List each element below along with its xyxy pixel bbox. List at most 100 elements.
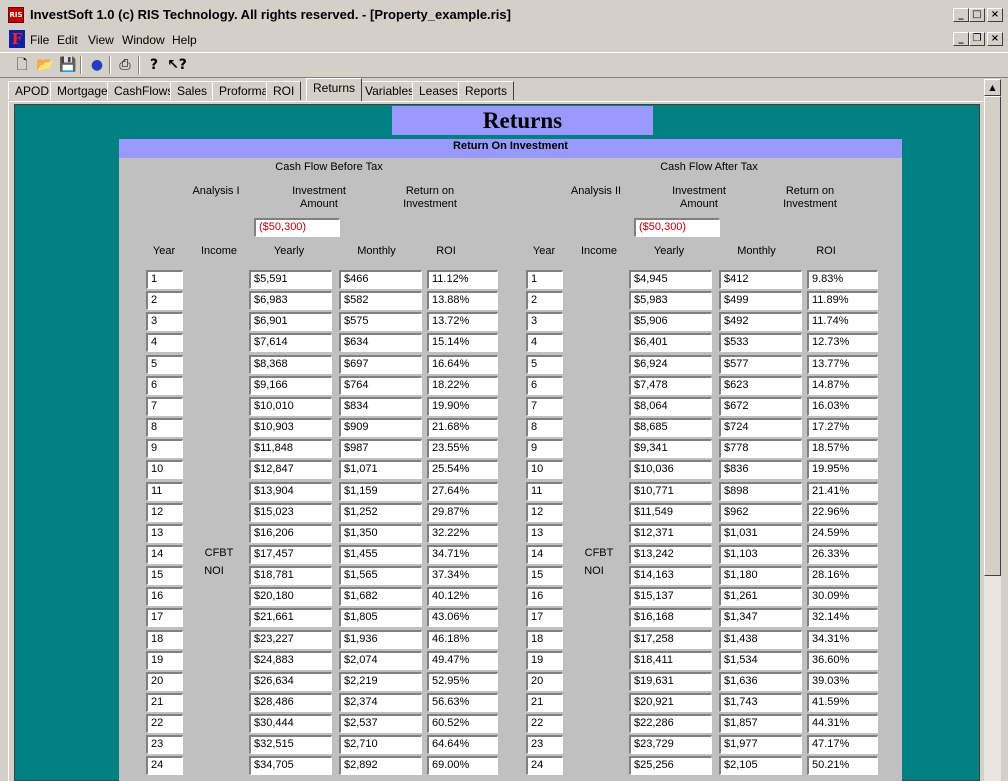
year-field[interactable]: 11 [526, 482, 563, 501]
year-field[interactable]: 2 [526, 291, 563, 310]
monthly-field[interactable]: $466 [339, 270, 422, 289]
help-icon[interactable]: ? [144, 55, 164, 75]
monthly-field[interactable]: $634 [339, 333, 422, 352]
monthly-field[interactable]: $577 [719, 355, 802, 374]
roi-field[interactable]: 16.64% [427, 355, 498, 374]
roi-field[interactable]: 22.96% [807, 503, 878, 522]
year-field[interactable]: 24 [146, 756, 183, 775]
yearly-field[interactable]: $15,023 [249, 503, 332, 522]
roi-field[interactable]: 9.83% [807, 270, 878, 289]
year-field[interactable]: 5 [146, 355, 183, 374]
app-logo-icon[interactable]: RIS [8, 7, 24, 23]
monthly-field[interactable]: $962 [719, 503, 802, 522]
print-icon[interactable]: ⎙ [115, 55, 135, 75]
roi-field[interactable]: 21.68% [427, 418, 498, 437]
roi-field[interactable]: 41.59% [807, 693, 878, 712]
yearly-field[interactable]: $22,286 [629, 714, 712, 733]
yearly-field[interactable]: $11,549 [629, 503, 712, 522]
roi-field[interactable]: 37.34% [427, 566, 498, 585]
yearly-field[interactable]: $15,137 [629, 587, 712, 606]
monthly-field[interactable]: $1,261 [719, 587, 802, 606]
menu-view[interactable]: View [88, 33, 114, 47]
year-field[interactable]: 11 [146, 482, 183, 501]
monthly-field[interactable]: $834 [339, 397, 422, 416]
roi-field[interactable]: 32.22% [427, 524, 498, 543]
roi-field[interactable]: 36.60% [807, 651, 878, 670]
year-field[interactable]: 14 [526, 545, 563, 564]
yearly-field[interactable]: $10,771 [629, 482, 712, 501]
roi-field[interactable]: 25.54% [427, 460, 498, 479]
monthly-field[interactable]: $1,682 [339, 587, 422, 606]
year-field[interactable]: 19 [146, 651, 183, 670]
monthly-field[interactable]: $778 [719, 439, 802, 458]
yearly-field[interactable]: $8,368 [249, 355, 332, 374]
roi-field[interactable]: 11.12% [427, 270, 498, 289]
year-field[interactable]: 23 [526, 735, 563, 754]
roi-field[interactable]: 69.00% [427, 756, 498, 775]
yearly-field[interactable]: $25,256 [629, 756, 712, 775]
monthly-field[interactable]: $987 [339, 439, 422, 458]
yearly-field[interactable]: $6,983 [249, 291, 332, 310]
menu-file[interactable]: File [30, 33, 49, 47]
year-field[interactable]: 4 [146, 333, 183, 352]
monthly-field[interactable]: $623 [719, 376, 802, 395]
year-field[interactable]: 15 [146, 566, 183, 585]
monthly-field[interactable]: $1,565 [339, 566, 422, 585]
year-field[interactable]: 8 [146, 418, 183, 437]
year-field[interactable]: 19 [526, 651, 563, 670]
menu-help[interactable]: Help [172, 33, 197, 47]
roi-field[interactable]: 13.72% [427, 312, 498, 331]
tab-reports[interactable]: Reports [458, 81, 515, 100]
roi-field[interactable]: 60.52% [427, 714, 498, 733]
yearly-field[interactable]: $30,444 [249, 714, 332, 733]
yearly-field[interactable]: $18,781 [249, 566, 332, 585]
roi-field[interactable]: 64.64% [427, 735, 498, 754]
year-field[interactable]: 22 [526, 714, 563, 733]
vertical-scrollbar[interactable]: ▲ [984, 79, 1001, 781]
yearly-field[interactable]: $8,685 [629, 418, 712, 437]
roi-field[interactable]: 47.17% [807, 735, 878, 754]
year-field[interactable]: 3 [146, 312, 183, 331]
year-field[interactable]: 21 [526, 693, 563, 712]
roi-field[interactable]: 34.71% [427, 545, 498, 564]
roi-field[interactable]: 39.03% [807, 672, 878, 691]
roi-field[interactable]: 28.16% [807, 566, 878, 585]
roi-field[interactable]: 15.14% [427, 333, 498, 352]
monthly-field[interactable]: $1,936 [339, 630, 422, 649]
roi-field[interactable]: 16.03% [807, 397, 878, 416]
roi-field[interactable]: 13.88% [427, 291, 498, 310]
year-field[interactable]: 4 [526, 333, 563, 352]
roi-field[interactable]: 11.89% [807, 291, 878, 310]
year-field[interactable]: 13 [146, 524, 183, 543]
yearly-field[interactable]: $7,614 [249, 333, 332, 352]
year-field[interactable]: 1 [146, 270, 183, 289]
yearly-field[interactable]: $17,258 [629, 630, 712, 649]
roi-field[interactable]: 46.18% [427, 630, 498, 649]
roi-field[interactable]: 32.14% [807, 608, 878, 627]
monthly-field[interactable]: $1,455 [339, 545, 422, 564]
monthly-field[interactable]: $499 [719, 291, 802, 310]
roi-field[interactable]: 49.47% [427, 651, 498, 670]
yearly-field[interactable]: $20,921 [629, 693, 712, 712]
monthly-field[interactable]: $1,347 [719, 608, 802, 627]
monthly-field[interactable]: $1,636 [719, 672, 802, 691]
monthly-field[interactable]: $898 [719, 482, 802, 501]
chart-icon[interactable]: ● [87, 55, 107, 75]
yearly-field[interactable]: $19,631 [629, 672, 712, 691]
monthly-field[interactable]: $533 [719, 333, 802, 352]
yearly-field[interactable]: $24,883 [249, 651, 332, 670]
year-field[interactable]: 16 [526, 587, 563, 606]
year-field[interactable]: 3 [526, 312, 563, 331]
roi-field[interactable]: 27.64% [427, 482, 498, 501]
roi-field[interactable]: 44.31% [807, 714, 878, 733]
monthly-field[interactable]: $1,743 [719, 693, 802, 712]
investment-amount-field[interactable]: ($50,300) [634, 218, 720, 237]
yearly-field[interactable]: $34,705 [249, 756, 332, 775]
maximize-icon[interactable]: □ [969, 8, 985, 22]
roi-field[interactable]: 24.59% [807, 524, 878, 543]
minimize-icon[interactable]: _ [953, 8, 969, 22]
yearly-field[interactable]: $5,591 [249, 270, 332, 289]
year-field[interactable]: 16 [146, 587, 183, 606]
year-field[interactable]: 23 [146, 735, 183, 754]
yearly-field[interactable]: $14,163 [629, 566, 712, 585]
